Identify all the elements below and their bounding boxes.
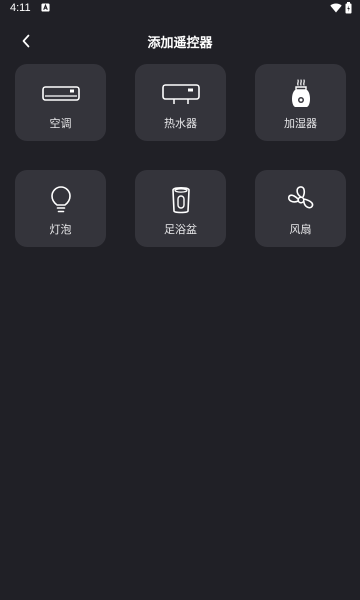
device-label: 风扇 bbox=[289, 223, 312, 236]
foot-bath-icon bbox=[171, 186, 190, 214]
light-bulb-icon bbox=[50, 186, 71, 213]
water-heater-icon bbox=[161, 84, 200, 104]
wifi-icon bbox=[330, 3, 342, 13]
device-label: 空调 bbox=[49, 117, 72, 130]
device-card-light-bulb[interactable]: 灯泡 bbox=[15, 170, 106, 247]
device-card-foot-bath[interactable]: 足浴盆 bbox=[135, 170, 226, 247]
device-card-humidifier[interactable]: 加湿器 bbox=[255, 64, 346, 141]
status-indicators bbox=[330, 2, 352, 14]
device-card-water-heater[interactable]: 热水器 bbox=[135, 64, 226, 141]
battery-icon bbox=[345, 2, 352, 14]
status-time: 4:11 bbox=[10, 2, 31, 14]
notification-icon bbox=[41, 3, 50, 12]
fan-icon bbox=[287, 186, 313, 209]
page-title: 添加遥控器 bbox=[147, 36, 213, 51]
humidifier-icon bbox=[291, 79, 310, 107]
status-bar: 4:11 bbox=[0, 0, 360, 18]
air-conditioner-icon bbox=[41, 86, 80, 101]
device-label: 热水器 bbox=[164, 117, 197, 130]
device-label: 足浴盆 bbox=[164, 223, 197, 236]
device-label: 灯泡 bbox=[49, 223, 72, 236]
device-card-fan[interactable]: 风扇 bbox=[255, 170, 346, 247]
header: 添加遥控器 bbox=[0, 26, 360, 56]
device-label: 加湿器 bbox=[284, 117, 317, 130]
device-card-air-conditioner[interactable]: 空调 bbox=[15, 64, 106, 141]
